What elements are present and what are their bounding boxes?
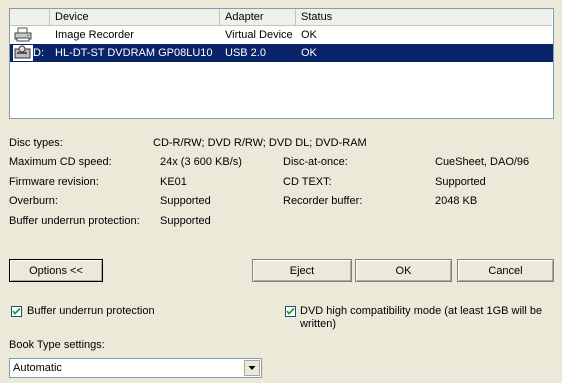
device-status: OK xyxy=(301,29,317,41)
dropdown-arrow-icon[interactable] xyxy=(244,360,260,376)
buffer-underrun-checkbox[interactable] xyxy=(11,306,22,317)
checkmark-icon xyxy=(286,307,295,315)
max-cd-speed-value: 24x (3 600 KB/s) xyxy=(160,156,242,168)
column-header-device[interactable]: Device xyxy=(50,9,220,26)
optical-drive-icon xyxy=(13,45,33,61)
buffer-underrun-label: Buffer underrun protection: xyxy=(9,215,140,227)
column-header-status[interactable]: Status xyxy=(296,9,552,26)
device-name: HL-DT-ST DVDRAM GP08LU10 xyxy=(55,47,213,59)
firmware-value: KE01 xyxy=(160,176,187,188)
printer-icon xyxy=(13,27,33,43)
options-button[interactable]: Options << xyxy=(9,259,103,282)
dvd-compat-checkbox-label-line2[interactable]: written) xyxy=(300,318,336,330)
disc-types-label: Disc types: xyxy=(9,137,63,149)
cancel-button[interactable]: Cancel xyxy=(457,259,554,282)
recorder-buffer-value: 2048 KB xyxy=(435,195,478,207)
overburn-value: Supported xyxy=(160,195,211,207)
max-cd-speed-label: Maximum CD speed: xyxy=(9,156,112,168)
checkmark-icon xyxy=(12,307,21,315)
device-name: Image Recorder xyxy=(55,29,134,41)
firmware-label: Firmware revision: xyxy=(9,176,99,188)
buffer-underrun-checkbox-label[interactable]: Buffer underrun protection xyxy=(27,305,155,317)
book-type-selected-value: Automatic xyxy=(13,362,62,374)
column-header-adapter[interactable]: Adapter xyxy=(220,9,296,26)
disc-at-once-label: Disc-at-once: xyxy=(283,156,348,168)
list-header: Device Adapter Status xyxy=(10,9,553,26)
book-type-select[interactable]: Automatic xyxy=(9,358,262,378)
dvd-compat-checkbox[interactable] xyxy=(285,306,296,317)
device-list[interactable]: Device Adapter Status Image Recorder Vir… xyxy=(9,8,554,119)
list-row-image-recorder[interactable]: Image Recorder Virtual Device OK xyxy=(10,26,553,44)
device-status: OK xyxy=(301,47,317,59)
disc-at-once-value: CueSheet, DAO/96 xyxy=(435,156,530,168)
recorder-buffer-label: Recorder buffer: xyxy=(283,195,363,207)
drive-letter: D: xyxy=(33,47,44,59)
adapter-name: USB 2.0 xyxy=(225,47,266,59)
book-type-label: Book Type settings: xyxy=(9,339,105,351)
cd-text-value: Supported xyxy=(435,176,486,188)
adapter-name: Virtual Device xyxy=(225,29,293,41)
overburn-label: Overburn: xyxy=(9,195,58,207)
buffer-underrun-value: Supported xyxy=(160,215,211,227)
cd-text-label: CD TEXT: xyxy=(283,176,332,188)
column-header-letter[interactable] xyxy=(10,9,50,26)
list-row-dvd-drive[interactable]: D: HL-DT-ST DVDRAM GP08LU10 USB 2.0 OK xyxy=(10,44,553,62)
ok-button[interactable]: OK xyxy=(355,259,452,282)
eject-button[interactable]: Eject xyxy=(252,259,352,282)
dvd-compat-checkbox-label-line1[interactable]: DVD high compatibility mode (at least 1G… xyxy=(300,305,542,317)
disc-types-value: CD-R/RW; DVD R/RW; DVD DL; DVD-RAM xyxy=(153,137,367,149)
